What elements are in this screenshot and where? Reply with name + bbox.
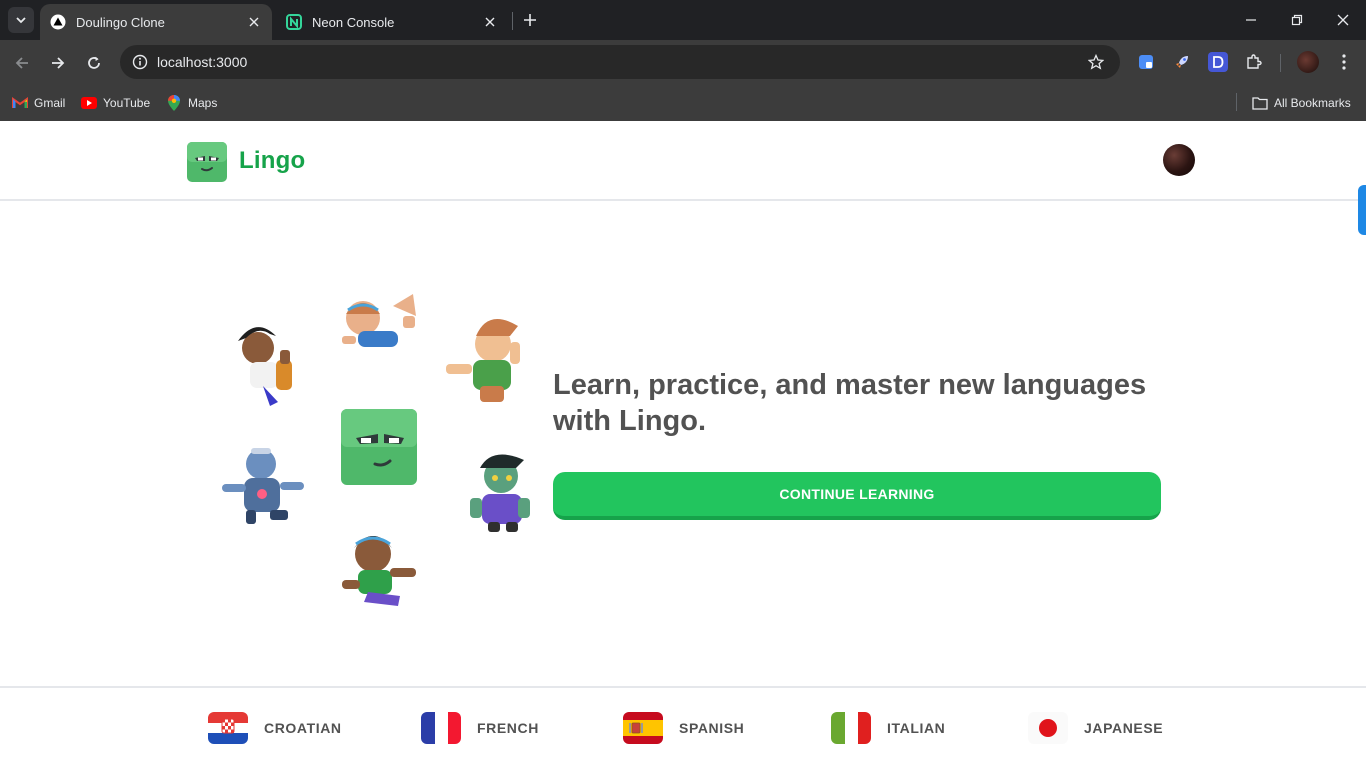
tab-title: Doulingo Clone — [76, 14, 165, 30]
hero-illustration — [218, 286, 533, 611]
floating-side-tab[interactable] — [1358, 185, 1366, 235]
restore-button[interactable] — [1274, 0, 1320, 40]
address-bar[interactable]: localhost:3000 — [120, 45, 1120, 79]
france-flag-icon — [421, 712, 461, 744]
extension-rocket-icon[interactable] — [1172, 52, 1192, 72]
page: Lingo Learn, practice, and master new la… — [0, 121, 1366, 768]
language-option-spanish[interactable]: SPANISH — [623, 712, 744, 744]
chevron-down-icon — [16, 17, 26, 24]
mascot-logo-icon[interactable] — [187, 142, 227, 182]
hero-headline: Learn, practice, and master new language… — [553, 369, 1147, 437]
language-option-italian[interactable]: ITALIAN — [831, 712, 945, 744]
profile-avatar[interactable] — [1297, 51, 1319, 73]
continue-learning-button[interactable]: CONTINUE LEARNING — [553, 472, 1161, 520]
bookmark-label: YouTube — [103, 96, 151, 110]
spain-flag-icon — [623, 712, 663, 744]
character-girl-bottom-icon — [342, 536, 416, 606]
croatia-flag-icon — [208, 712, 248, 744]
tab-doulingo-clone[interactable]: Doulingo Clone — [40, 4, 272, 40]
bookmarks-separator — [1236, 93, 1237, 111]
character-zombie-icon — [470, 454, 530, 532]
language-label: JAPANESE — [1084, 720, 1164, 736]
language-option-japanese[interactable]: JAPANESE — [1028, 712, 1163, 744]
character-boy-right-icon — [446, 318, 520, 402]
character-boy-left-icon — [238, 327, 292, 406]
extension-blue-square-icon[interactable] — [1136, 52, 1156, 72]
language-footer: CROATIAN FRENCH SPANISH ITALIAN JAPANESE — [0, 686, 1366, 768]
reload-icon — [88, 56, 100, 69]
close-tab-icon[interactable] — [246, 14, 262, 30]
bookmark-youtube[interactable]: YouTube — [81, 92, 150, 114]
japan-flag-icon — [1028, 712, 1068, 744]
new-tab-button[interactable] — [518, 8, 542, 32]
site-logo-text[interactable]: Lingo — [239, 147, 305, 175]
minimize-button[interactable] — [1228, 0, 1274, 40]
toolbar-separator — [1280, 54, 1281, 72]
browser-toolbar: localhost:3000 — [0, 40, 1366, 86]
character-girl-top-icon — [342, 294, 416, 347]
restore-icon — [1291, 14, 1303, 26]
folder-icon — [1252, 95, 1268, 111]
language-label: ITALIAN — [887, 720, 946, 736]
extension-d-icon[interactable] — [1208, 52, 1228, 72]
neon-favicon-icon — [286, 14, 302, 30]
all-bookmarks-button[interactable]: All Bookmarks — [1252, 92, 1351, 114]
bookmarks-bar: Gmail YouTube Maps All Bookmarks — [0, 86, 1366, 121]
nextjs-favicon-icon — [50, 14, 66, 30]
site-info-icon[interactable] — [128, 50, 152, 74]
italy-flag-icon — [831, 712, 871, 744]
center-mascot-icon — [341, 409, 417, 485]
tab-search-button[interactable] — [8, 7, 34, 33]
tab-title: Neon Console — [312, 14, 395, 30]
maps-icon — [166, 95, 182, 111]
bookmark-maps[interactable]: Maps — [166, 92, 217, 114]
arrow-right-icon — [52, 57, 65, 69]
browser-menu-button[interactable] — [1334, 52, 1354, 72]
close-window-button[interactable] — [1320, 0, 1366, 40]
close-icon — [1337, 14, 1349, 26]
language-label: CROATIAN — [264, 720, 342, 736]
back-button[interactable] — [8, 49, 36, 77]
forward-button[interactable] — [44, 49, 72, 77]
tab-separator — [512, 12, 513, 30]
user-avatar[interactable] — [1163, 144, 1195, 176]
site-header: Lingo — [0, 121, 1366, 201]
plus-icon — [524, 14, 536, 26]
extensions-puzzle-icon[interactable] — [1244, 52, 1264, 72]
tab-neon-console[interactable]: Neon Console — [276, 4, 508, 40]
bookmark-star-icon[interactable] — [1086, 52, 1106, 72]
bookmark-label: Maps — [188, 96, 218, 110]
arrow-left-icon — [15, 57, 28, 69]
language-option-croatian[interactable]: CROATIAN — [208, 712, 342, 744]
youtube-icon — [81, 95, 97, 111]
language-label: FRENCH — [477, 720, 539, 736]
all-bookmarks-label: All Bookmarks — [1274, 96, 1351, 110]
minimize-icon — [1246, 19, 1256, 21]
more-vertical-icon — [1342, 54, 1346, 70]
character-robot-icon — [222, 448, 304, 524]
bookmark-label: Gmail — [34, 96, 66, 110]
close-tab-icon[interactable] — [482, 14, 498, 30]
language-label: SPANISH — [679, 720, 745, 736]
language-option-french[interactable]: FRENCH — [421, 712, 539, 744]
gmail-icon — [12, 95, 28, 111]
reload-button[interactable] — [80, 49, 108, 77]
bookmark-gmail[interactable]: Gmail — [12, 92, 65, 114]
tab-strip: Doulingo Clone Neon Console — [0, 0, 1366, 40]
url-text[interactable]: localhost:3000 — [157, 54, 247, 70]
